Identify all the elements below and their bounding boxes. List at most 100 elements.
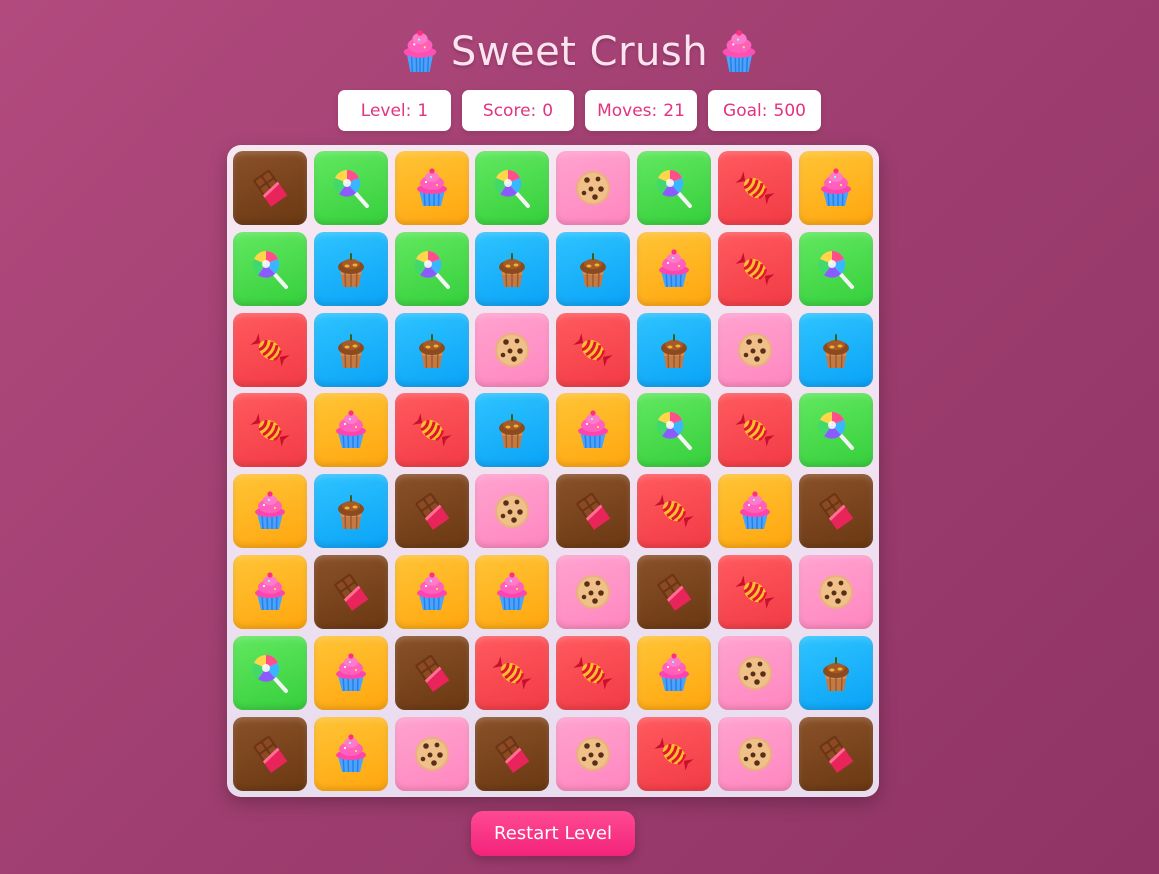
- board-tile[interactable]: [475, 474, 550, 549]
- board-tile[interactable]: [556, 312, 631, 387]
- chocolate-bar-icon: [571, 489, 615, 533]
- board-tile[interactable]: [475, 231, 550, 306]
- cookie-icon: [410, 732, 454, 776]
- moves-label: Moves:: [597, 100, 658, 121]
- cookie-icon: [733, 732, 777, 776]
- board-tile[interactable]: [636, 554, 711, 629]
- board-tile[interactable]: [313, 312, 388, 387]
- score-stat: Score: 0: [462, 90, 574, 131]
- board-tile[interactable]: [798, 312, 873, 387]
- cupcake-icon: [652, 651, 696, 695]
- lollipop-icon: [652, 166, 696, 210]
- board-tile[interactable]: [556, 635, 631, 710]
- board-tile[interactable]: [636, 393, 711, 468]
- board-tile[interactable]: [233, 151, 307, 225]
- board-tile[interactable]: [798, 231, 873, 306]
- board-tile[interactable]: [394, 151, 469, 225]
- board-tile[interactable]: [233, 554, 307, 629]
- board-tile[interactable]: [717, 716, 792, 791]
- lollipop-icon: [814, 408, 858, 452]
- board-tile[interactable]: [798, 554, 873, 629]
- board-tile[interactable]: [556, 151, 631, 225]
- board-tile[interactable]: [475, 312, 550, 387]
- cookie-icon: [571, 166, 615, 210]
- board-tile[interactable]: [394, 312, 469, 387]
- board-tile[interactable]: [313, 474, 388, 549]
- moves-value: 21: [663, 100, 685, 121]
- board-tile[interactable]: [636, 312, 711, 387]
- board-tile[interactable]: [556, 393, 631, 468]
- muffin-icon: [814, 651, 858, 695]
- muffin-icon: [490, 408, 534, 452]
- board-tile[interactable]: [233, 474, 307, 549]
- board-tile[interactable]: [636, 474, 711, 549]
- board-tile[interactable]: [313, 393, 388, 468]
- board-tile[interactable]: [556, 716, 631, 791]
- board-tile[interactable]: [313, 554, 388, 629]
- board-tile[interactable]: [556, 231, 631, 306]
- board-tile[interactable]: [717, 231, 792, 306]
- board-tile[interactable]: [717, 151, 792, 225]
- chocolate-bar-icon: [814, 732, 858, 776]
- board-tile[interactable]: [313, 635, 388, 710]
- board-tile[interactable]: [233, 635, 307, 710]
- board-tile[interactable]: [556, 554, 631, 629]
- muffin-icon: [490, 247, 534, 291]
- cupcake-icon: [571, 408, 615, 452]
- wrapped-candy-icon: [490, 651, 534, 695]
- board-tile[interactable]: [717, 393, 792, 468]
- board-tile[interactable]: [798, 716, 873, 791]
- board-tile[interactable]: [394, 554, 469, 629]
- board-tile[interactable]: [798, 635, 873, 710]
- board-tile[interactable]: [636, 231, 711, 306]
- cupcake-icon: [329, 732, 373, 776]
- board-tile[interactable]: [717, 635, 792, 710]
- muffin-icon: [329, 489, 373, 533]
- chocolate-bar-icon: [652, 570, 696, 614]
- board-tile[interactable]: [475, 554, 550, 629]
- board-tile[interactable]: [475, 635, 550, 710]
- board-tile[interactable]: [717, 554, 792, 629]
- cupcake-icon: [652, 247, 696, 291]
- board-tile[interactable]: [717, 312, 792, 387]
- cupcake-icon: [248, 489, 292, 533]
- wrapped-candy-icon: [410, 408, 454, 452]
- board-tile[interactable]: [394, 393, 469, 468]
- board-tile[interactable]: [233, 312, 307, 387]
- board-tile[interactable]: [313, 716, 388, 791]
- cupcake-icon: [410, 570, 454, 614]
- board-tile[interactable]: [233, 393, 307, 468]
- board-tile[interactable]: [394, 635, 469, 710]
- board-tile[interactable]: [313, 151, 388, 225]
- chocolate-bar-icon: [248, 166, 292, 210]
- board-tile[interactable]: [233, 716, 307, 791]
- board-tile[interactable]: [394, 474, 469, 549]
- board-tile[interactable]: [636, 151, 711, 225]
- board-tile[interactable]: [798, 393, 873, 468]
- board-tile[interactable]: [636, 716, 711, 791]
- restart-level-button[interactable]: Restart Level: [471, 811, 635, 856]
- cookie-icon: [733, 328, 777, 372]
- board-tile[interactable]: [556, 474, 631, 549]
- board-tile[interactable]: [475, 716, 550, 791]
- level-stat: Level: 1: [338, 90, 451, 131]
- wrapped-candy-icon: [733, 247, 777, 291]
- board-tile[interactable]: [394, 716, 469, 791]
- wrapped-candy-icon: [652, 489, 696, 533]
- wrapped-candy-icon: [571, 651, 615, 695]
- board-tile[interactable]: [475, 393, 550, 468]
- board-tile[interactable]: [798, 151, 873, 225]
- score-value: 0: [542, 100, 554, 121]
- moves-stat: Moves: 21: [585, 90, 697, 131]
- board-tile[interactable]: [717, 474, 792, 549]
- wrapped-candy-icon: [571, 328, 615, 372]
- board-tile[interactable]: [313, 231, 388, 306]
- board-tile[interactable]: [636, 635, 711, 710]
- board-tile[interactable]: [394, 231, 469, 306]
- board-tile[interactable]: [798, 474, 873, 549]
- board-tile[interactable]: [475, 151, 550, 225]
- wrapped-candy-icon: [652, 732, 696, 776]
- muffin-icon: [652, 328, 696, 372]
- muffin-icon: [329, 247, 373, 291]
- board-tile[interactable]: [233, 231, 307, 306]
